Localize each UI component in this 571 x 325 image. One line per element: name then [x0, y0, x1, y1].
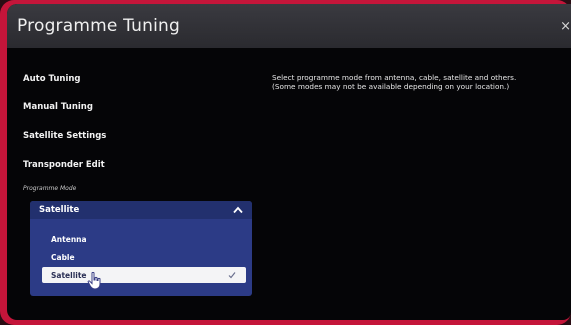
description: Select programme mode from antenna, cabl… — [272, 73, 562, 91]
description-line-2: (Some modes may not be available dependi… — [272, 82, 510, 91]
menu-item-auto-tuning[interactable]: Auto Tuning — [23, 74, 81, 84]
page-title: Programme Tuning — [17, 16, 180, 36]
close-icon[interactable]: × — [560, 19, 571, 34]
tv-frame: Programme Tuning × Auto Tuning Manual Tu… — [0, 0, 571, 325]
option-label: Cable — [51, 253, 75, 262]
programme-mode-selected-value: Satellite — [39, 205, 80, 215]
menu-item-satellite-settings[interactable]: Satellite Settings — [23, 131, 106, 141]
option-satellite[interactable]: Satellite — [42, 267, 246, 283]
hand-cursor-icon — [87, 272, 101, 290]
option-label: Satellite — [51, 271, 87, 280]
option-cable[interactable]: Cable — [42, 249, 246, 265]
check-icon — [228, 272, 236, 279]
title-bar: Programme Tuning × — [7, 4, 571, 48]
option-label: Antenna — [51, 235, 87, 244]
option-antenna[interactable]: Antenna — [42, 231, 246, 247]
menu-item-transponder-edit[interactable]: Transponder Edit — [23, 160, 105, 170]
tv-screen: Programme Tuning × Auto Tuning Manual Tu… — [7, 4, 571, 320]
programme-mode-select[interactable]: Satellite — [30, 201, 252, 219]
description-line-1: Select programme mode from antenna, cabl… — [272, 73, 517, 82]
chevron-up-icon — [233, 206, 243, 214]
programme-mode-label: Programme Mode — [23, 185, 77, 192]
menu-item-manual-tuning[interactable]: Manual Tuning — [23, 102, 93, 112]
programme-mode-dropdown: Satellite Antenna Cable Satellite — [30, 201, 252, 296]
